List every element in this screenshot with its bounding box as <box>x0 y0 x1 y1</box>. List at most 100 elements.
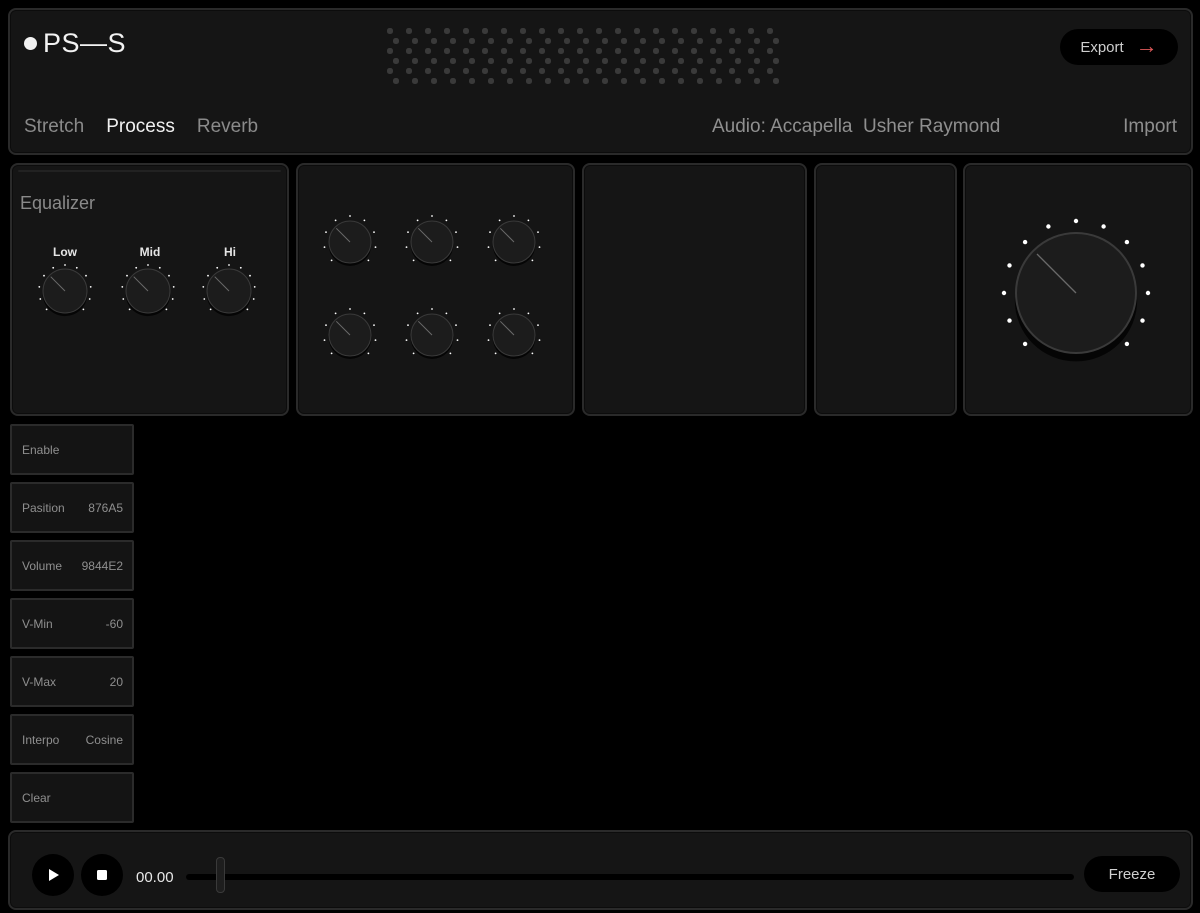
knob-tick <box>527 312 530 315</box>
param-clear[interactable]: Clear <box>10 772 134 823</box>
grill-dot <box>634 28 640 34</box>
eq-hi-knob[interactable] <box>197 259 261 323</box>
knob-tick <box>1140 263 1145 268</box>
knob-tick <box>487 246 490 248</box>
param-volume[interactable]: Volume 9844E2 <box>10 540 134 591</box>
play-icon <box>49 869 59 881</box>
audio-file-label: Audio: Accapella Usher Raymond <box>712 116 1001 137</box>
grill-dot <box>488 38 494 44</box>
knob-tick <box>52 266 55 269</box>
knob-tick <box>489 324 491 326</box>
process-knob-6[interactable] <box>482 303 546 367</box>
grill-dot <box>710 48 716 54</box>
logo: PS—S <box>24 28 126 59</box>
grill-dot <box>431 58 437 64</box>
eq-low-knob[interactable] <box>33 259 97 323</box>
param-interpolation[interactable]: Interpo Cosine <box>10 714 134 765</box>
eq-mid-knob[interactable] <box>116 259 180 323</box>
param-label: Enable <box>22 442 60 457</box>
knob-tick <box>330 259 333 262</box>
equalizer-title: Equalizer <box>20 193 96 213</box>
grill-dot <box>710 28 716 34</box>
param-v-min[interactable]: V-Min -60 <box>10 598 134 649</box>
grill-dot <box>507 78 513 84</box>
param-v-max[interactable]: V-Max 20 <box>10 656 134 707</box>
grill-dot <box>596 28 602 34</box>
import-button[interactable]: Import <box>1123 116 1177 138</box>
grill-dot <box>748 28 754 34</box>
knob-tick <box>431 215 433 217</box>
master-knob[interactable] <box>998 215 1154 371</box>
tab-process[interactable]: Process <box>106 116 175 138</box>
grill-dot <box>564 38 570 44</box>
knob-tick <box>527 219 530 222</box>
grill-dot <box>596 68 602 74</box>
grill-dot <box>659 78 665 84</box>
grill-dot <box>558 48 564 54</box>
timeline-track[interactable] <box>186 874 1074 880</box>
freeze-button[interactable]: Freeze <box>1084 856 1180 892</box>
knob-tick <box>374 339 377 341</box>
grill-dot <box>634 48 640 54</box>
process-knob-5[interactable] <box>400 303 464 367</box>
grill-dot <box>672 28 678 34</box>
equalizer-panel: Equalizer Low Mid Hi <box>10 163 289 416</box>
grill-dot <box>697 58 703 64</box>
knob-tick <box>489 231 491 233</box>
grill-dot <box>463 28 469 34</box>
process-knob-2[interactable] <box>400 210 464 274</box>
grill-dot <box>773 38 779 44</box>
param-position[interactable]: Pasition 876A5 <box>10 482 134 533</box>
stop-button[interactable] <box>81 854 123 896</box>
grill-dot <box>640 38 646 44</box>
grill-dot <box>526 38 532 44</box>
knob-tick <box>494 352 497 355</box>
knob-tick <box>330 352 333 355</box>
grill-dot <box>501 28 507 34</box>
grill-dot <box>659 58 665 64</box>
tab-reverb[interactable]: Reverb <box>197 116 258 138</box>
knob-tick <box>1007 263 1012 268</box>
grill-dot <box>539 48 545 54</box>
grill-dot <box>558 28 564 34</box>
empty-module-panel <box>814 163 957 416</box>
grill-dot <box>444 68 450 74</box>
grill-dot <box>691 48 697 54</box>
grill-dot <box>729 48 735 54</box>
knob-tick <box>1140 318 1145 323</box>
knob-tick <box>531 259 534 262</box>
transport-bar: 00.00 Freeze <box>8 830 1193 910</box>
grill-dot <box>716 78 722 84</box>
knob-tick <box>1022 341 1028 347</box>
knob-tick <box>449 259 452 262</box>
knob-tick <box>367 352 370 355</box>
grill-dot <box>558 68 564 74</box>
process-knob-4[interactable] <box>318 303 382 367</box>
grill-dot <box>710 68 716 74</box>
knob-tick <box>1001 290 1007 296</box>
export-label: Export <box>1080 38 1124 56</box>
param-label: V-Max <box>22 674 57 689</box>
timeline-scrubber-handle[interactable] <box>216 857 225 893</box>
grill-dot <box>469 38 475 44</box>
knob-tick <box>45 308 48 311</box>
grill-dot <box>393 78 399 84</box>
grill-dot <box>621 38 627 44</box>
param-enable[interactable]: Enable <box>10 424 134 475</box>
knob-tick <box>43 274 45 277</box>
knob-tick <box>325 324 327 326</box>
knob-tick <box>249 274 251 277</box>
param-value: 20 <box>109 674 123 689</box>
knob-tick <box>513 215 515 217</box>
export-button[interactable]: Export → <box>1060 29 1178 65</box>
grill-dot <box>520 48 526 54</box>
grill-dot <box>653 48 659 54</box>
tab-stretch[interactable]: Stretch <box>24 116 84 138</box>
play-button[interactable] <box>32 854 74 896</box>
grill-dot <box>520 28 526 34</box>
knob-tick <box>246 308 249 311</box>
grill-dot <box>672 48 678 54</box>
knob-tick <box>252 298 255 300</box>
process-knob-1[interactable] <box>318 210 382 274</box>
process-knob-3[interactable] <box>482 210 546 274</box>
